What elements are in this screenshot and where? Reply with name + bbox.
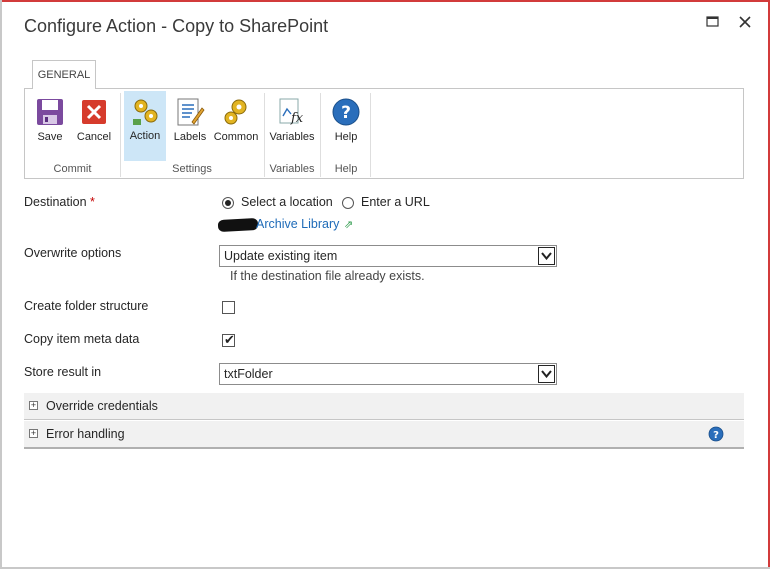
group-label-settings: Settings: [172, 163, 212, 175]
help-label: Help: [334, 131, 358, 143]
dialog-title: Configure Action - Copy to SharePoint: [24, 16, 329, 36]
svg-text:?: ?: [713, 430, 719, 441]
group-label-commit: Commit: [53, 163, 92, 175]
override-credentials-section[interactable]: + Override credentials: [24, 393, 744, 420]
destination-label-text: Destination: [24, 195, 87, 209]
group-label-help: Help: [334, 163, 358, 175]
checkmark-icon: ✔: [224, 332, 235, 347]
expand-plus-icon[interactable]: +: [29, 401, 38, 410]
radio-select-location[interactable]: [222, 197, 234, 209]
save-label: Save: [37, 131, 63, 143]
variables-fx-icon: fx: [279, 98, 304, 126]
ribbon-separator: [120, 93, 121, 177]
required-marker: *: [90, 195, 95, 209]
variables-button[interactable]: fx Variables: [268, 92, 316, 150]
copy-meta-label: Copy item meta data: [24, 332, 140, 346]
dropdown-arrow-icon[interactable]: [538, 365, 555, 383]
dropdown-arrow-icon[interactable]: [538, 247, 555, 265]
common-button[interactable]: Common: [213, 92, 259, 150]
override-credentials-title: Override credentials: [46, 399, 158, 413]
cancel-label: Cancel: [76, 131, 112, 143]
labels-button[interactable]: Labels: [170, 92, 210, 150]
error-handling-title: Error handling: [46, 427, 125, 441]
cancel-icon: [82, 100, 106, 124]
form-bottom-divider: [24, 447, 744, 449]
store-result-label: Store result in: [24, 365, 102, 379]
tab-general[interactable]: GENERAL: [32, 60, 96, 89]
gears-common-icon: [224, 99, 247, 125]
ribbon-separator: [370, 93, 371, 177]
overwrite-options-value: Update existing item: [224, 249, 338, 263]
close-button[interactable]: [735, 12, 755, 32]
create-folder-checkbox[interactable]: [222, 301, 235, 314]
expand-plus-icon[interactable]: +: [29, 429, 38, 438]
overwrite-hint: If the destination file already exists.: [230, 269, 425, 283]
destination-label: Destination *: [24, 195, 95, 209]
radio-select-location-label: Select a location: [241, 195, 333, 209]
help-circle-icon[interactable]: ?: [708, 426, 724, 442]
copy-meta-checkbox[interactable]: ✔: [222, 332, 235, 347]
external-link-icon[interactable]: ⇗: [344, 218, 353, 231]
help-icon: ?: [332, 98, 360, 126]
ribbon: Save Cancel Commit Action Labels Common …: [24, 88, 744, 179]
ribbon-separator: [320, 93, 321, 177]
archive-library-link[interactable]: Archive Library: [256, 217, 339, 231]
labels-label: Labels: [173, 131, 207, 143]
cancel-button[interactable]: Cancel: [74, 92, 114, 150]
close-icon: [739, 16, 751, 28]
variables-label: Variables: [269, 131, 315, 143]
overwrite-options-label: Overwrite options: [24, 246, 122, 260]
help-button[interactable]: ? Help: [326, 92, 366, 150]
save-button[interactable]: Save: [31, 92, 69, 150]
svg-text:fx: fx: [290, 111, 304, 126]
maximize-icon: [706, 16, 719, 27]
create-folder-label: Create folder structure: [24, 299, 149, 313]
redaction-scribble: [217, 217, 259, 233]
action-button[interactable]: Action: [124, 91, 166, 161]
labels-icon: [177, 98, 205, 126]
store-result-select[interactable]: txtFolder: [219, 363, 557, 385]
action-label: Action: [129, 130, 161, 142]
common-label: Common: [213, 131, 259, 143]
window-frame-left: [0, 0, 2, 569]
error-handling-section[interactable]: + Error handling ?: [24, 421, 744, 448]
radio-enter-url[interactable]: [342, 197, 354, 209]
group-label-variables: Variables: [269, 163, 315, 175]
store-result-value: txtFolder: [224, 367, 273, 381]
window-frame-top: [0, 0, 770, 2]
ribbon-separator: [264, 93, 265, 177]
radio-enter-url-label: Enter a URL: [361, 195, 430, 209]
maximize-button[interactable]: [703, 12, 723, 32]
overwrite-options-select[interactable]: Update existing item: [219, 245, 557, 267]
svg-text:?: ?: [341, 103, 351, 123]
save-icon: [37, 99, 63, 125]
gears-action-icon: [133, 99, 158, 125]
